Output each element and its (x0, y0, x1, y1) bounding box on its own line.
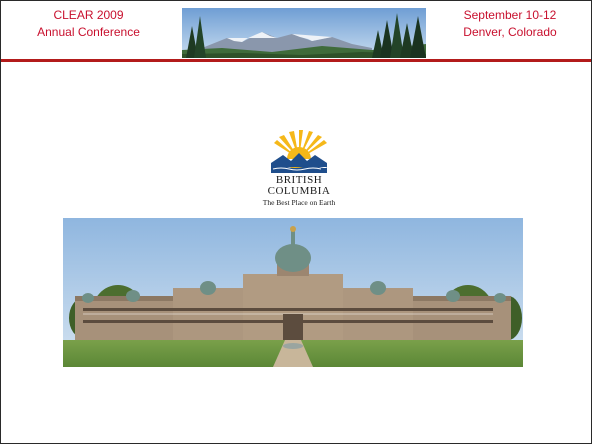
conference-location: Denver, Colorado (463, 25, 557, 39)
parliament-building-photo (63, 218, 523, 367)
mountain-icon (182, 8, 426, 58)
logo-line2: COLUMBIA (267, 185, 331, 197)
mountain-landscape-photo (182, 8, 426, 58)
bc-sun-mountains-icon (271, 130, 327, 173)
parliament-icon (63, 218, 523, 367)
logo-tagline: The Best Place on Earth (262, 198, 336, 207)
conference-name: CLEAR 2009 (53, 8, 124, 22)
slide-header: CLEAR 2009 Annual Conference September 1… (1, 1, 591, 59)
conference-dates: September 10-12 (463, 8, 557, 22)
conference-date-location: September 10-12 Denver, Colorado (429, 7, 591, 41)
conference-title: CLEAR 2009 Annual Conference (1, 7, 176, 41)
slide: CLEAR 2009 Annual Conference September 1… (0, 0, 592, 444)
header-divider (1, 59, 591, 62)
conference-subtitle: Annual Conference (37, 25, 140, 39)
